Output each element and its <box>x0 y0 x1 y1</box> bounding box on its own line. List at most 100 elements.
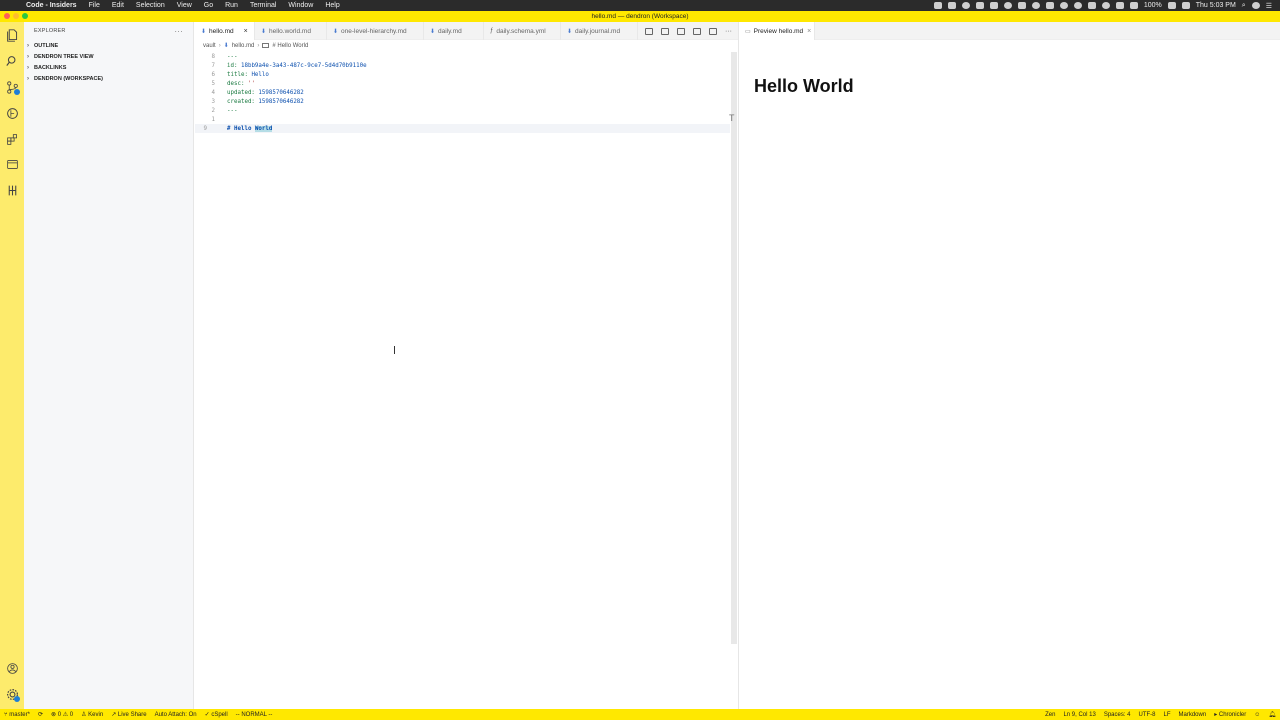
tray-app-icon[interactable] <box>1017 2 1026 9</box>
tray-app-icon[interactable] <box>1059 2 1068 9</box>
preview-side-icon[interactable] <box>677 27 685 35</box>
breadcrumb-vault[interactable]: vault <box>203 43 216 49</box>
dendron-icon[interactable] <box>5 183 19 197</box>
menu-selection[interactable]: Selection <box>130 2 171 9</box>
tray-app-icon[interactable] <box>933 2 942 9</box>
language-mode[interactable]: Markdown <box>1175 712 1211 718</box>
menu-view[interactable]: View <box>171 2 198 9</box>
tab-hello-md[interactable]: ⬇ hello.md × <box>195 22 255 40</box>
minimize-window-button[interactable] <box>13 13 19 19</box>
live-share-status[interactable]: ↗ Live Share <box>107 711 150 718</box>
notifications-bell-icon[interactable]: 🔔︎ <box>1264 711 1280 718</box>
tray-app-icon[interactable] <box>975 2 984 9</box>
tab-daily-md[interactable]: ⬇ daily.md <box>424 22 484 40</box>
more-actions-icon[interactable]: ··· <box>725 28 732 35</box>
cursor-position[interactable]: Ln 9, Col 13 <box>1059 712 1099 718</box>
sync-icon[interactable]: ⟳ <box>34 711 47 718</box>
feedback-icon[interactable]: ☺ <box>1250 712 1264 718</box>
line-text: updated: 1598570646282 <box>227 90 304 96</box>
git-branch-status[interactable]: ⑂ master* <box>0 712 34 718</box>
tab-label: Preview hello.md <box>753 27 804 35</box>
spotlight-search-icon[interactable]: ⌕ <box>1242 2 1246 10</box>
encoding-status[interactable]: UTF-8 <box>1135 712 1160 718</box>
cspell-status[interactable]: ✓ cSpell <box>201 711 232 718</box>
yaml-icon: ƒ <box>490 28 494 34</box>
menu-terminal[interactable]: Terminal <box>244 2 282 9</box>
tab-daily-journal-md[interactable]: ⬇ daily.journal.md <box>561 22 638 40</box>
open-changes-icon[interactable] <box>661 27 669 35</box>
menu-file[interactable]: File <box>83 2 106 9</box>
line-text: title: Hello <box>227 72 269 78</box>
menu-run[interactable]: Run <box>219 2 244 9</box>
vertical-scrollbar[interactable] <box>731 52 737 644</box>
tab-label: daily.md <box>438 27 462 35</box>
extensions-icon[interactable] <box>5 132 19 146</box>
user-status[interactable]: ♙ Kevin <box>77 711 107 718</box>
close-tab-icon[interactable]: × <box>807 28 811 35</box>
chevron-right-icon: › <box>27 53 29 60</box>
zen-status[interactable]: Zen <box>1041 712 1059 718</box>
app-menu[interactable]: Code - Insiders <box>20 2 83 9</box>
screen-icon[interactable] <box>1129 2 1138 9</box>
markdown-preview-group: ▭ Preview hello.md × Hello World <box>738 22 1280 709</box>
accounts-icon[interactable] <box>5 661 19 675</box>
settings-gear-icon[interactable] <box>5 687 20 702</box>
close-window-button[interactable] <box>4 13 10 19</box>
section-dendron-workspace[interactable]: › DENDRON (WORKSPACE) <box>24 73 193 84</box>
run-debug-icon[interactable] <box>5 106 19 120</box>
tray-app-icon[interactable] <box>1031 2 1040 9</box>
line-number: 6 <box>211 71 216 78</box>
breadcrumb-heading[interactable]: # Hello World <box>272 43 308 49</box>
tab-preview-hello-md[interactable]: ▭ Preview hello.md × <box>739 22 815 40</box>
menu-go[interactable]: Go <box>198 2 219 9</box>
tab-one-level-hierarchy-md[interactable]: ⬇ one-level-hierarchy.md <box>327 22 424 40</box>
user-avatar-icon[interactable] <box>1251 2 1260 9</box>
yaml-value: 1598570646282 <box>258 89 304 96</box>
battery-percent[interactable]: 100% <box>1144 2 1162 9</box>
menu-window[interactable]: Window <box>282 2 319 9</box>
section-dendron-tree-view[interactable]: › DENDRON TREE VIEW <box>24 51 193 62</box>
eol-status[interactable]: LF <box>1160 712 1175 718</box>
clock[interactable]: Thu 5:03 PM <box>1196 2 1236 9</box>
line-text: id: 18bb9a4e-3a43-487c-9ce7-5d4d70b9110e <box>227 63 367 69</box>
section-backlinks[interactable]: › BACKLINKS <box>24 62 193 73</box>
search-icon[interactable] <box>5 54 19 68</box>
tab-hello-world-md[interactable]: ⬇ hello.world.md <box>255 22 327 40</box>
tray-app-icon[interactable] <box>1003 2 1012 9</box>
tray-app-icon[interactable] <box>989 2 998 9</box>
tray-app-icon[interactable] <box>947 2 956 9</box>
menu-edit[interactable]: Edit <box>106 2 130 9</box>
section-outline[interactable]: › OUTLINE <box>24 40 193 51</box>
yaml-key: updated: <box>227 89 259 96</box>
source-control-icon[interactable] <box>5 80 20 95</box>
tab-daily-schema-yml[interactable]: ƒ daily.schema.yml <box>484 22 561 40</box>
indentation-status[interactable]: Spaces: 4 <box>1100 712 1135 718</box>
wifi-icon[interactable] <box>1101 2 1110 9</box>
status-bar-right: Zen Ln 9, Col 13 Spaces: 4 UTF-8 LF Mark… <box>1041 711 1280 719</box>
menu-help[interactable]: Help <box>319 2 345 9</box>
problems-status[interactable]: ⊗ 0 ⚠ 0 <box>47 711 77 718</box>
auto-attach-status[interactable]: Auto Attach: On <box>151 712 201 718</box>
split-editor-icon[interactable] <box>709 27 717 35</box>
tray-app-icon[interactable] <box>961 2 970 9</box>
remote-explorer-icon[interactable] <box>5 157 19 171</box>
battery-icon[interactable] <box>1167 2 1176 9</box>
tray-app-icon[interactable] <box>1087 2 1096 9</box>
code-editor[interactable]: 8 --- 7 id: 18bb9a4e-3a43-487c-9ce7-5d4d… <box>195 52 730 133</box>
explorer-icon[interactable] <box>5 28 19 42</box>
chevron-right-icon: › <box>27 64 29 71</box>
zoom-window-button[interactable] <box>22 13 28 19</box>
toggle-bookmark-icon[interactable] <box>693 27 701 35</box>
chronicler-status[interactable]: ▸ Chronicler <box>1210 711 1250 718</box>
close-tab-icon[interactable]: × <box>244 28 248 35</box>
volume-icon[interactable] <box>1115 2 1124 9</box>
flag-icon[interactable] <box>1181 2 1190 9</box>
sidebar-more-actions-button[interactable]: ··· <box>174 27 183 36</box>
open-preview-icon[interactable] <box>645 27 653 35</box>
tray-app-icon[interactable] <box>1073 2 1082 9</box>
breadcrumb-file[interactable]: hello.md <box>232 43 255 49</box>
tray-app-icon[interactable] <box>1045 2 1054 9</box>
control-center-icon[interactable]: ☰ <box>1266 2 1272 10</box>
sidebar-header: EXPLORER ··· <box>24 22 193 40</box>
source-control-badge <box>14 89 20 95</box>
